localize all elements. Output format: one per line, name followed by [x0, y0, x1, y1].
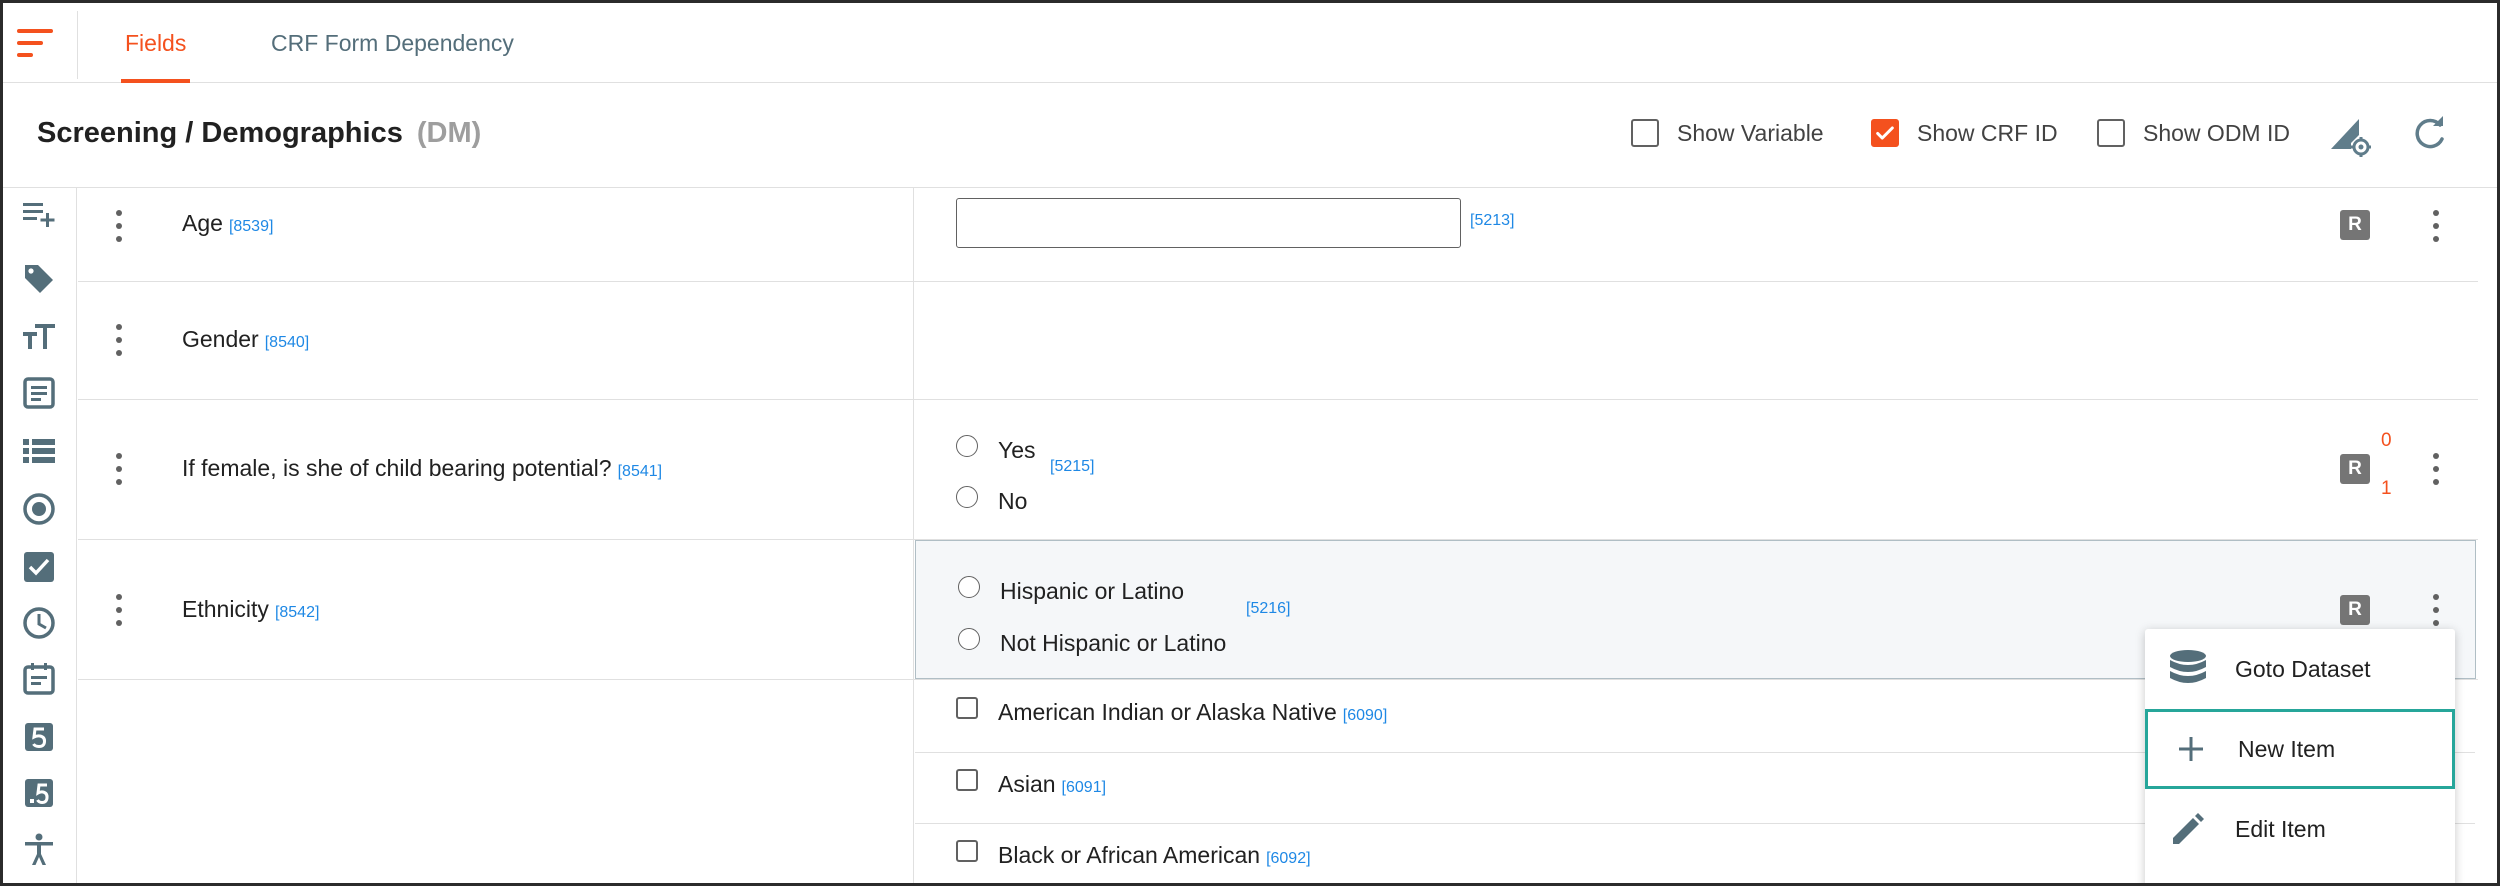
- menu-item-new-item[interactable]: New Item: [2145, 709, 2455, 789]
- text-size-icon[interactable]: [20, 318, 58, 356]
- checkbox-asian[interactable]: [956, 769, 978, 791]
- show-odm-id-label: Show ODM ID: [2143, 119, 2290, 146]
- field-type-sidebar: [3, 188, 77, 883]
- database-icon: [2167, 648, 2209, 690]
- required-badge[interactable]: R: [2340, 595, 2370, 625]
- radio-option-hispanic[interactable]: [958, 576, 980, 598]
- menu-item-goto-dataset[interactable]: Goto Dataset: [2145, 629, 2455, 709]
- option-label: Hispanic or Latino: [1000, 578, 1185, 604]
- menu-item-label: Edit Item: [2235, 815, 2326, 842]
- plus-icon: [2170, 728, 2212, 770]
- table-row: Age [8539] [5213] R: [78, 188, 2478, 282]
- answer-id: [5213]: [1470, 212, 1515, 229]
- row-more-icon[interactable]: [2431, 594, 2441, 628]
- form-header: Screening / Demographics (DM) Show Varia…: [3, 83, 2497, 188]
- checkbox-american-indian[interactable]: [956, 697, 978, 719]
- age-input[interactable]: [956, 198, 1461, 248]
- clock-icon[interactable]: [20, 604, 58, 642]
- form-code: (DM): [416, 117, 482, 149]
- question-label: Ethnicity [8542]: [182, 596, 320, 622]
- row-drag-handle-icon[interactable]: [114, 210, 124, 244]
- radio-option-yes[interactable]: [956, 435, 978, 457]
- refresh-icon[interactable]: [2407, 113, 2451, 157]
- checkbox-icon[interactable]: [20, 548, 58, 586]
- option-label: Asian [6091]: [998, 771, 1107, 797]
- show-crf-id-label: Show CRF ID: [1917, 119, 2058, 146]
- question-cell: Age [8539]: [78, 188, 914, 281]
- answer-id: [5216]: [1246, 600, 1291, 617]
- question-cell: Gender [8540]: [78, 282, 914, 399]
- add-list-icon[interactable]: [20, 196, 58, 234]
- question-cell: If female, is she of child bearing poten…: [78, 400, 914, 539]
- show-odm-id-toggle[interactable]: Show ODM ID: [2097, 119, 2290, 147]
- show-variable-toggle[interactable]: Show Variable: [1631, 119, 1824, 147]
- option-label: Not Hispanic or Latino: [1000, 630, 1227, 656]
- show-variable-checkbox[interactable]: [1631, 119, 1659, 147]
- show-crf-id-checkbox[interactable]: [1871, 119, 1899, 147]
- signal-settings-icon[interactable]: [2327, 113, 2371, 157]
- question-cell: Ethnicity [8542]: [78, 540, 914, 679]
- page-title: Screening / Demographics (DM): [37, 117, 481, 150]
- item-id: [6090]: [1342, 707, 1388, 724]
- tab-crf-form-dependency[interactable]: CRF Form Dependency: [271, 3, 514, 83]
- row-drag-handle-icon[interactable]: [114, 324, 124, 358]
- tag-icon[interactable]: [20, 260, 58, 298]
- decimal-icon[interactable]: [20, 774, 58, 812]
- number-5-icon[interactable]: [20, 718, 58, 756]
- note-icon[interactable]: [20, 374, 58, 412]
- question-cell: [78, 680, 914, 883]
- row-more-icon[interactable]: [2431, 453, 2441, 487]
- table-row: Gender [8540]: [78, 282, 2478, 400]
- menu-item-label: Goto Dataset: [2235, 655, 2371, 682]
- item-id: [6092]: [1266, 850, 1311, 867]
- answer-id: [5215]: [1050, 458, 1095, 475]
- check-icon: [1876, 126, 1894, 140]
- tab-bar: Fields CRF Form Dependency: [3, 3, 2497, 83]
- crf-id: [8541]: [617, 463, 663, 480]
- item-id: [6091]: [1061, 779, 1107, 796]
- menu-icon[interactable]: [17, 29, 57, 59]
- count-value: 1: [2381, 478, 2392, 499]
- radio-icon[interactable]: [20, 490, 58, 528]
- table-row-selected: Ethnicity [8542] Hispanic or Latino [5216…: [78, 540, 2478, 680]
- option-label: Black or African American [6092]: [998, 842, 1311, 868]
- form-title: Screening / Demographics: [37, 117, 403, 149]
- option-label: Yes: [998, 437, 1036, 463]
- table-row: If female, is she of child bearing poten…: [78, 400, 2478, 540]
- question-label: Age [8539]: [182, 210, 274, 236]
- list-icon[interactable]: [20, 432, 58, 470]
- question-label: Gender [8540]: [182, 326, 310, 352]
- show-odm-id-checkbox[interactable]: [2097, 119, 2125, 147]
- accessibility-icon[interactable]: [20, 830, 58, 868]
- radio-option-no[interactable]: [956, 486, 978, 508]
- menu-item-label: New Item: [2238, 735, 2336, 762]
- show-crf-id-toggle[interactable]: Show CRF ID: [1871, 119, 2058, 147]
- app-frame: Fields CRF Form Dependency Screening / D…: [0, 0, 2500, 886]
- crf-id: [8539]: [228, 218, 274, 235]
- show-variable-label: Show Variable: [1677, 119, 1824, 146]
- crf-id: [8540]: [264, 334, 310, 351]
- row-more-icon[interactable]: [2431, 210, 2441, 244]
- menu-item-edit-item[interactable]: Edit Item: [2145, 789, 2455, 869]
- calendar-icon[interactable]: [20, 660, 58, 698]
- checkbox-black-african-american[interactable]: [956, 840, 978, 862]
- pencil-icon: [2167, 808, 2209, 850]
- count-value: 0: [2381, 430, 2392, 451]
- option-label: No: [998, 488, 1028, 514]
- row-drag-handle-icon[interactable]: [114, 453, 124, 487]
- row-context-menu: Goto Dataset New Item Edit Item: [2145, 629, 2455, 883]
- option-label: American Indian or Alaska Native [6090]: [998, 699, 1388, 725]
- tab-divider: [77, 11, 78, 79]
- table-row: American Indian or Alaska Native [6090] A…: [78, 680, 2478, 883]
- required-badge[interactable]: R: [2340, 454, 2370, 484]
- required-badge[interactable]: R: [2340, 210, 2370, 240]
- crf-id: [8542]: [274, 604, 320, 621]
- tab-fields[interactable]: Fields: [120, 3, 191, 83]
- radio-option-not-hispanic[interactable]: [958, 628, 980, 650]
- row-drag-handle-icon[interactable]: [114, 594, 124, 628]
- question-label: If female, is she of child bearing poten…: [182, 455, 663, 481]
